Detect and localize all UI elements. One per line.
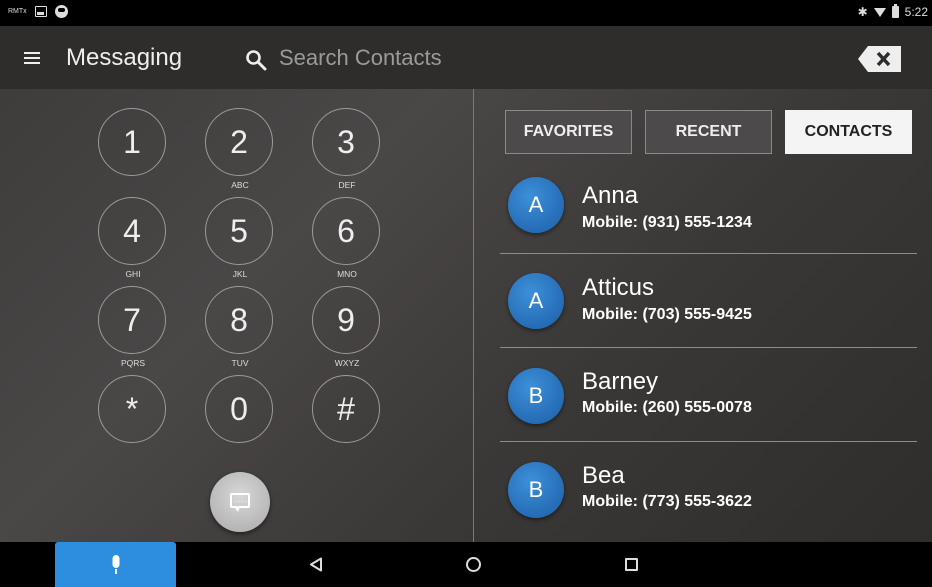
dialpad-key-8[interactable]: 8 TUV xyxy=(205,286,273,368)
back-icon[interactable] xyxy=(309,557,323,572)
avatar: B xyxy=(508,462,564,518)
app-title: Messaging xyxy=(66,44,183,71)
key-digit: 6 xyxy=(337,212,355,249)
key-digit: 4 xyxy=(123,212,141,249)
dialpad-key-hash[interactable]: # xyxy=(312,375,380,443)
search-icon[interactable] xyxy=(244,48,268,72)
key-letters: ABC xyxy=(231,180,249,190)
key-digit: 0 xyxy=(230,390,248,427)
key-letters: DEF xyxy=(338,180,356,190)
avatar: A xyxy=(508,273,564,329)
contact-phone: Mobile: (931) 555-1234 xyxy=(582,214,752,231)
avatar: A xyxy=(508,177,564,233)
key-digit: 9 xyxy=(337,301,355,338)
dialpad-key-0[interactable]: 0 xyxy=(205,375,273,443)
key-digit: 5 xyxy=(230,212,248,249)
wifi-icon xyxy=(873,7,886,17)
dialpad-key-9[interactable]: 9 WXYZ xyxy=(312,286,380,368)
bluetooth-icon: ✱ xyxy=(857,5,868,19)
key-digit: # xyxy=(337,390,355,427)
contact-name: Atticus xyxy=(582,274,655,301)
key-letters: MNO xyxy=(337,269,357,279)
contact-name: Barney xyxy=(582,368,659,395)
contact-item-bea[interactable]: B Bea Mobile: (773) 555-3622 xyxy=(500,442,917,536)
key-letters: TUV xyxy=(231,358,249,368)
dialpad-key-7[interactable]: 7 PQRS xyxy=(98,286,166,368)
dialpad-key-6[interactable]: 6 MNO xyxy=(312,197,380,279)
dialpad-key-4[interactable]: 4 GHI xyxy=(98,197,166,279)
microphone-icon xyxy=(112,554,119,574)
carrier-label: RMTx xyxy=(8,8,27,15)
key-letters: PQRS xyxy=(120,358,146,368)
contact-item-barney[interactable]: B Barney Mobile: (260) 555-0078 xyxy=(500,348,917,442)
send-message-button[interactable]: ···· xyxy=(210,472,270,532)
key-letters: WXYZ xyxy=(334,358,360,368)
app-bar: Messaging xyxy=(0,26,932,89)
key-digit: 8 xyxy=(230,301,248,338)
backspace-clear-icon[interactable] xyxy=(858,46,901,72)
dialpad-key-1[interactable]: 1 xyxy=(98,108,166,176)
status-time: 5:22 xyxy=(904,5,928,19)
contact-phone: Mobile: (260) 555-0078 xyxy=(582,399,752,416)
voice-button[interactable] xyxy=(55,542,176,587)
dialpad-key-3[interactable]: 3 DEF xyxy=(312,108,380,190)
panel-divider xyxy=(473,89,474,542)
status-bar-right: ✱ 5:22 xyxy=(857,4,928,19)
contact-phone: Mobile: (773) 555-3622 xyxy=(582,493,752,510)
key-digit: * xyxy=(125,390,139,427)
tab-favorites[interactable]: FAVORITES xyxy=(505,110,632,154)
dialpad-key-5[interactable]: 5 JKL xyxy=(205,197,273,279)
key-letters: JKL xyxy=(232,269,248,279)
contact-item-atticus[interactable]: A Atticus Mobile: (703) 555-9425 xyxy=(500,254,917,348)
contact-name: Bea xyxy=(582,462,625,489)
steering-wheel-icon xyxy=(54,5,68,18)
key-digit: 7 xyxy=(123,301,141,338)
tab-recent[interactable]: RECENT xyxy=(645,110,772,154)
search-contacts-input[interactable] xyxy=(279,44,559,72)
key-digit: 2 xyxy=(230,123,248,160)
battery-icon xyxy=(891,4,899,18)
dialpad-key-star[interactable]: * xyxy=(98,375,166,443)
message-icon: ···· xyxy=(230,493,250,512)
avatar: B xyxy=(508,368,564,424)
messaging-app: Messaging 1 2 ABC 3 DEF 4 GHI xyxy=(0,26,932,542)
menu-icon[interactable] xyxy=(24,52,40,64)
navigation-bar xyxy=(0,542,932,587)
status-bar: RMTx ✱ 5:22 xyxy=(0,0,932,26)
key-digit: 3 xyxy=(337,123,355,160)
key-letters: GHI xyxy=(125,269,141,279)
tab-contacts[interactable]: CONTACTS xyxy=(785,110,912,154)
recents-icon[interactable] xyxy=(625,558,638,571)
status-bar-left: RMTx xyxy=(8,5,68,18)
key-digit: 1 xyxy=(123,123,141,160)
contact-name: Anna xyxy=(582,182,639,209)
dialpad-key-2[interactable]: 2 ABC xyxy=(205,108,273,190)
contact-phone: Mobile: (703) 555-9425 xyxy=(582,306,752,323)
home-icon[interactable] xyxy=(466,557,481,572)
image-icon xyxy=(34,6,47,17)
dialpad: 1 2 ABC 3 DEF 4 GHI 5 JKL 6 MNO 7 PQRS 8 xyxy=(0,89,473,542)
contact-item-anna[interactable]: A Anna Mobile: (931) 555-1234 xyxy=(500,160,917,254)
